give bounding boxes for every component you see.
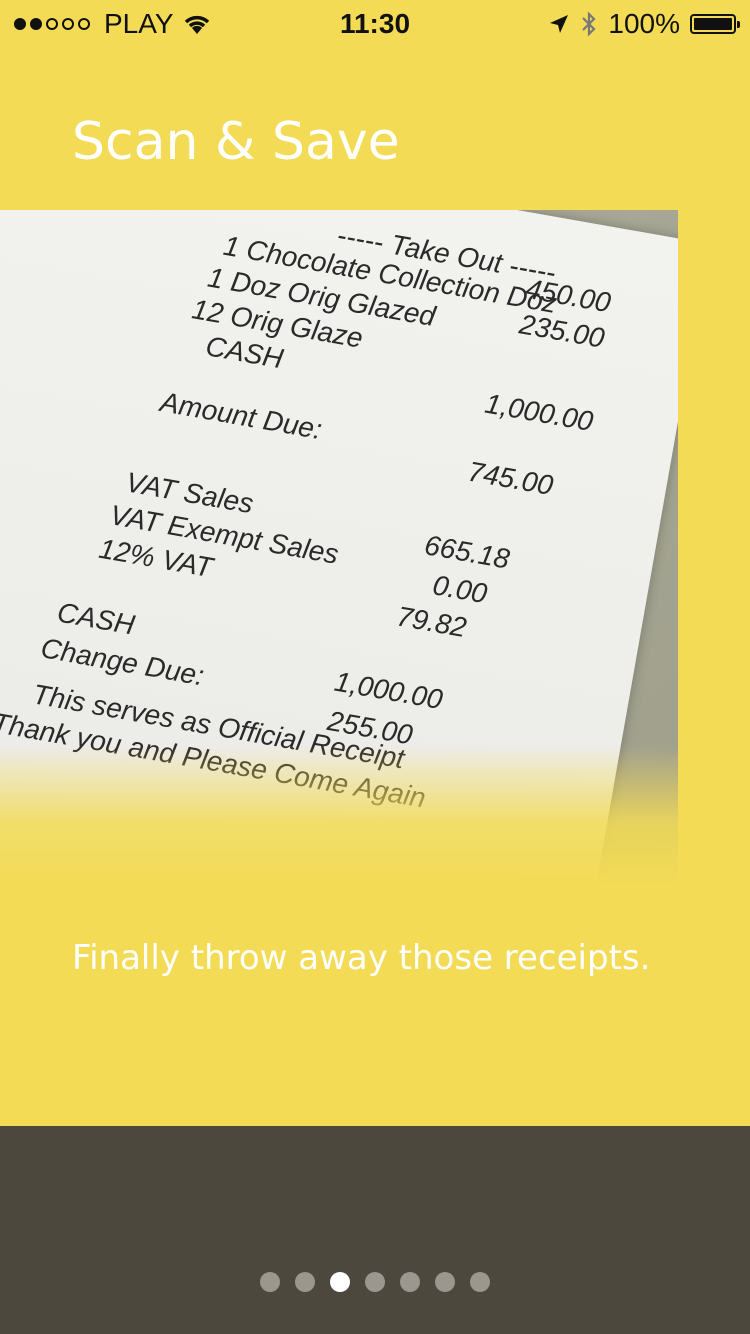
receipt-photo: ----- Take Out ----- 1 Chocolate Collect…	[0, 210, 678, 885]
receipt-fade-overlay	[0, 745, 678, 885]
page-dot[interactable]	[365, 1272, 385, 1292]
page-dot-active[interactable]	[330, 1272, 350, 1292]
onboarding-caption: Finally throw away those receipts.	[72, 938, 651, 978]
battery-percent: 100%	[608, 8, 680, 39]
page-dot[interactable]	[400, 1272, 420, 1292]
receipt-amount: 1,000.00	[482, 387, 596, 438]
bluetooth-icon	[582, 11, 596, 37]
receipt-line: CASH	[54, 596, 137, 641]
location-arrow-icon	[550, 15, 569, 33]
page-indicator[interactable]	[0, 1272, 750, 1292]
battery-icon	[690, 14, 740, 34]
page-dot[interactable]	[260, 1272, 280, 1292]
page-title: Scan & Save	[72, 112, 400, 172]
page-dot[interactable]	[295, 1272, 315, 1292]
receipt-line: Amount Due:	[158, 386, 325, 446]
receipt-amount: 79.82	[394, 600, 469, 644]
page-dot[interactable]	[435, 1272, 455, 1292]
status-bar: PLAY 11:30 100%	[0, 0, 750, 50]
receipt-amount: 745.00	[465, 455, 556, 502]
bottom-bar	[0, 1126, 750, 1334]
status-right: 100%	[548, 8, 740, 40]
receipt-amount: 0.00	[430, 569, 490, 610]
page-dot[interactable]	[470, 1272, 490, 1292]
